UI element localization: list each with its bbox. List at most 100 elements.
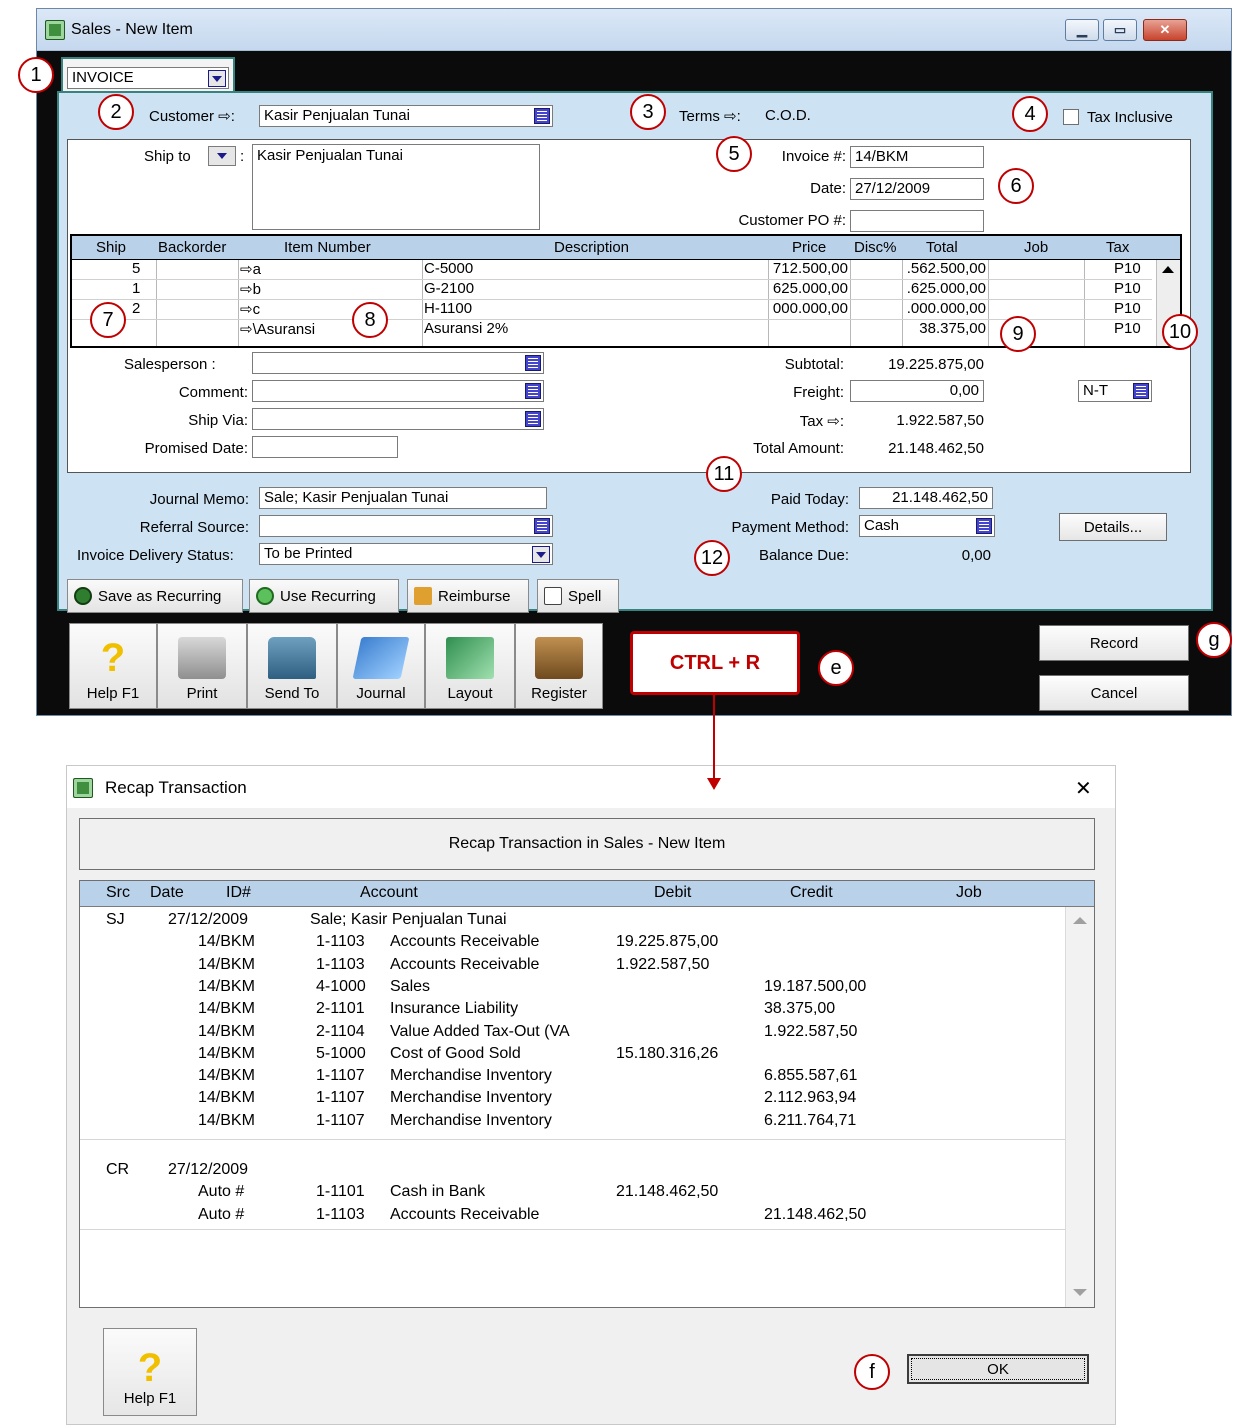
cell-item-number: ⇨c — [240, 301, 261, 318]
save-recurring-label: Save as Recurring — [98, 587, 222, 605]
cancel-label: Cancel — [1090, 684, 1138, 702]
list-icon[interactable] — [525, 411, 541, 427]
list-icon[interactable] — [525, 355, 541, 371]
table-row[interactable]: SJ 27/12/2009 Sale; Kasir Penjualan Tunai — [80, 909, 1065, 931]
promised-date-field[interactable] — [252, 436, 398, 458]
ship-to-address[interactable]: Kasir Penjualan Tunai — [252, 144, 540, 230]
freight-field[interactable]: 0,00 — [850, 380, 984, 402]
list-icon[interactable] — [525, 383, 541, 399]
tax-inclusive-checkbox[interactable] — [1063, 109, 1079, 125]
tax-value: 1.922.587,50 — [896, 412, 984, 429]
table-row[interactable]: 14/BKM 1-1107 Merchandise Inventory 6.211.7… — [80, 1110, 1065, 1132]
chevron-down-icon[interactable] — [532, 546, 550, 563]
register-icon — [535, 637, 583, 679]
save-recurring-button[interactable]: Save as Recurring — [67, 579, 243, 613]
doc-type-select[interactable]: INVOICE — [67, 67, 229, 89]
table-row[interactable]: 14/BKM 1-1103 Accounts Receivable 19.225.87… — [80, 931, 1065, 953]
cell-src: CR — [106, 1161, 130, 1178]
recap-scrollbar[interactable] — [1065, 907, 1094, 1307]
table-row[interactable]: ⇨\Asuransi Asuransi 2% 38.375,00 P10 — [72, 320, 1152, 340]
table-row[interactable]: CR 27/12/2009 — [80, 1159, 1065, 1181]
table-row[interactable]: 2 ⇨c H-1100 000.000,00 .000.000,00 P10 — [72, 300, 1152, 320]
cell-credit: 19.187.500,00 — [764, 977, 867, 995]
table-row[interactable]: Auto # 1-1101 Cash in Bank 21.148.462,50 — [80, 1181, 1065, 1203]
salesperson-field[interactable] — [252, 352, 544, 374]
date-field[interactable]: 27/12/2009 — [850, 178, 984, 200]
table-row[interactable]: 14/BKM 4-1000 Sales 19.187.500,00 — [80, 976, 1065, 998]
window-title: Sales - New Item — [71, 21, 193, 38]
col-id: ID# — [226, 884, 251, 901]
referral-source-field[interactable] — [259, 515, 553, 537]
recap-help-button[interactable]: ? Help F1 — [103, 1328, 197, 1416]
table-row[interactable]: 14/BKM 1-1107 Merchandise Inventory 6.855.5… — [80, 1065, 1065, 1087]
cell-account-number: 1-1103 — [316, 933, 365, 951]
shortcut-callout: CTRL + R — [630, 631, 800, 695]
close-icon[interactable]: ✕ — [1075, 776, 1092, 801]
cell-id: 14/BKM — [198, 1000, 255, 1018]
scroll-up-icon[interactable] — [1073, 917, 1087, 924]
help-label: Help F1 — [86, 685, 140, 702]
cell-tax: P10 — [1114, 260, 1141, 277]
table-row[interactable]: 14/BKM 2-1104 Value Added Tax-Out (VA 1.922… — [80, 1021, 1065, 1043]
tax-label[interactable]: Tax ⇨: — [688, 412, 844, 430]
table-row[interactable]: 14/BKM 2-1101 Insurance Liability 38.375,00 — [80, 998, 1065, 1020]
spell-button[interactable]: Spell — [537, 579, 619, 613]
cell-id: Auto # — [198, 1205, 245, 1223]
cancel-button[interactable]: Cancel — [1039, 675, 1189, 711]
table-row[interactable]: 14/BKM 5-1000 Cost of Good Sold 15.180.316,… — [80, 1043, 1065, 1065]
cell-date: 27/12/2009 — [168, 1161, 249, 1178]
scroll-up-icon[interactable] — [1162, 266, 1174, 273]
chevron-down-icon[interactable] — [208, 70, 226, 87]
table-row[interactable]: 14/BKM 1-1107 Merchandise Inventory 2.112.9… — [80, 1087, 1065, 1109]
invoice-delivery-select[interactable]: To be Printed — [259, 543, 553, 565]
journal-memo-field[interactable]: Sale; Kasir Penjualan Tunai — [259, 487, 547, 509]
list-icon[interactable] — [976, 518, 992, 534]
arrow-down-icon — [707, 778, 721, 790]
journal-button[interactable]: Journal — [337, 623, 425, 709]
table-row[interactable]: Auto # 1-1103 Accounts Receivable 21.148.46… — [80, 1204, 1065, 1226]
payment-method-field[interactable]: Cash — [859, 515, 995, 537]
cell-id: 14/BKM — [198, 977, 255, 995]
customer-po-label: Customer PO #: — [738, 212, 846, 229]
col-ship: Ship — [96, 239, 127, 256]
customer-po-field[interactable] — [850, 210, 984, 232]
close-button[interactable]: ✕ — [1143, 19, 1187, 41]
recap-title-bar: Recap Transaction ✕ — [67, 766, 1115, 808]
table-row[interactable]: 5 ⇨a C-5000 712.500,00 .562.500,00 P10 — [72, 260, 1152, 280]
ok-button[interactable]: OK — [907, 1354, 1089, 1384]
list-icon[interactable] — [534, 108, 550, 124]
details-label: Details... — [1083, 518, 1143, 536]
customer-field[interactable]: Kasir Penjualan Tunai — [259, 105, 553, 127]
send-to-button[interactable]: Send To — [247, 623, 337, 709]
maximize-button[interactable]: ▭ — [1103, 19, 1137, 41]
record-button[interactable]: Record — [1039, 625, 1189, 661]
help-button[interactable]: ? Help F1 — [69, 623, 157, 709]
ship-via-field[interactable] — [252, 408, 544, 430]
minimize-button[interactable]: ▁ — [1065, 19, 1099, 41]
freight-tax-code[interactable]: N-T — [1078, 380, 1152, 402]
invoice-no-field[interactable]: 14/BKM — [850, 146, 984, 168]
print-label: Print — [186, 685, 218, 702]
recap-window: Recap Transaction ✕ Recap Transaction in… — [66, 765, 1116, 1425]
print-button[interactable]: Print — [157, 623, 247, 709]
list-icon[interactable] — [1133, 383, 1149, 399]
reimburse-button[interactable]: Reimburse — [407, 579, 529, 613]
doc-type-tab: INVOICE — [61, 57, 235, 93]
list-icon[interactable] — [534, 518, 550, 534]
table-row[interactable]: 1 ⇨b G-2100 625.000,00 .625.000,00 P10 — [72, 280, 1152, 300]
comment-field[interactable] — [252, 380, 544, 402]
cell-price: 712.500,00 — [772, 260, 848, 277]
table-row[interactable]: 14/BKM 1-1103 Accounts Receivable 1.922.587… — [80, 954, 1065, 976]
terms-label[interactable]: Terms ⇨: — [679, 107, 741, 125]
cell-tax: P10 — [1114, 280, 1141, 297]
details-button[interactable]: Details... — [1059, 513, 1167, 541]
register-button[interactable]: Register — [515, 623, 603, 709]
ship-to-dropdown[interactable] — [208, 146, 236, 166]
cell-account: Accounts Receivable — [390, 933, 540, 951]
journal-icon — [352, 637, 410, 679]
use-recurring-button[interactable]: Use Recurring — [249, 579, 399, 613]
customer-label[interactable]: Customer ⇨: — [149, 107, 235, 125]
layout-button[interactable]: Layout — [425, 623, 515, 709]
paid-today-field[interactable]: 21.148.462,50 — [859, 487, 993, 509]
scroll-down-icon[interactable] — [1073, 1289, 1087, 1296]
